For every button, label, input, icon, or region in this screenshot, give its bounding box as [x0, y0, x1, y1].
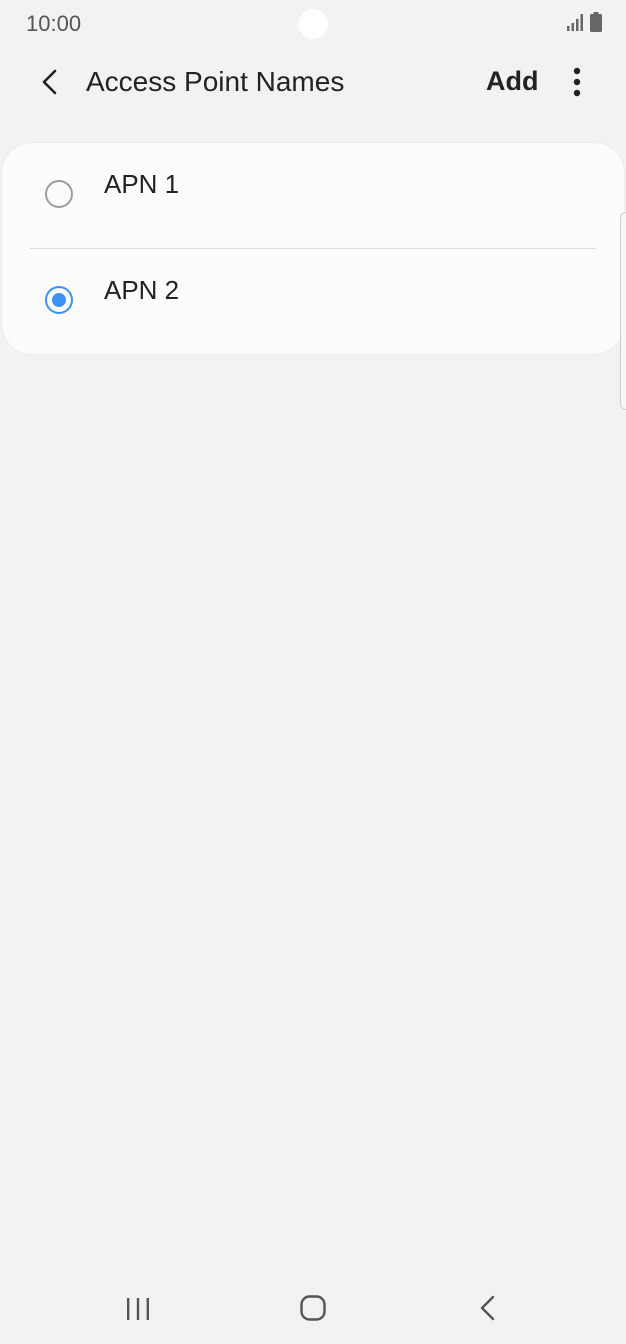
screen: 10:00 Access Point Names Add APN 1 APN 2: [0, 0, 626, 1344]
app-bar: Access Point Names Add: [0, 48, 626, 118]
battery-icon: [590, 12, 602, 32]
home-icon[interactable]: [299, 1294, 327, 1322]
radio-selected-icon[interactable]: [45, 286, 73, 314]
back-icon[interactable]: [476, 1294, 500, 1322]
signal-icon: [567, 14, 583, 31]
camera-cutout: [298, 9, 328, 39]
apn-label: APN 2: [104, 275, 180, 305]
radio-dot: [52, 293, 66, 307]
navigation-bar: [0, 1272, 626, 1344]
back-button[interactable]: [30, 62, 70, 102]
scroll-indicator[interactable]: [620, 212, 626, 410]
more-options-button[interactable]: [562, 64, 592, 100]
apn-list: APN 1 APN 2: [2, 143, 624, 354]
radio-unselected-icon[interactable]: [45, 180, 73, 208]
apn-label: APN 1: [104, 169, 180, 199]
apn-list-item-2[interactable]: APN 2: [2, 249, 624, 354]
recents-icon[interactable]: [124, 1296, 152, 1322]
status-bar: 10:00: [0, 0, 626, 48]
chevron-left-icon: [42, 69, 57, 95]
page-title: Access Point Names: [86, 66, 345, 97]
apn-list-item-1[interactable]: APN 1: [2, 143, 624, 248]
status-time: 10:00: [26, 11, 82, 36]
status-icons: [566, 12, 602, 32]
more-vertical-icon: [573, 67, 581, 97]
add-button[interactable]: Add: [486, 66, 538, 97]
